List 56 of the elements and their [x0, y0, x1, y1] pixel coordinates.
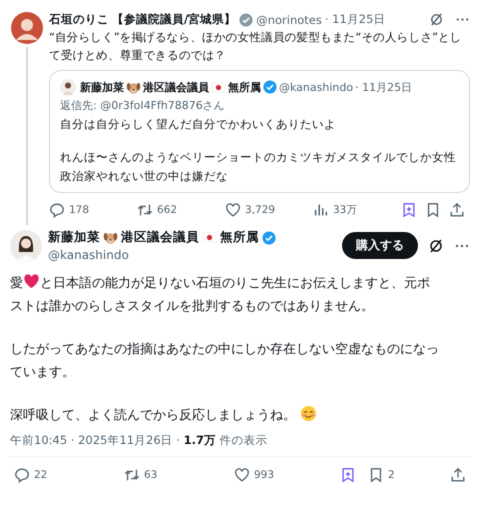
quoted-text: れんほ〜さんのようなベリーショートのカミツキガメスタイルでしか女性政治家やれない世の中は嫌だな	[60, 149, 457, 185]
author-handle: @kanashindo	[279, 80, 354, 94]
action-count: 3,729	[245, 204, 276, 216]
post-text: ています。	[10, 365, 75, 380]
post-text: と日本語の能力が足りない石垣のりこ先生にお伝えしますと、元ポ	[40, 276, 430, 291]
reply-icon[interactable]	[49, 202, 65, 218]
buy-button[interactable]: 購入する	[342, 232, 418, 259]
post-text: 深呼吸して、よく読んでから反応しましょうね。	[10, 408, 296, 423]
author-name: 港区議会議員	[143, 80, 209, 94]
author-handle[interactable]: @norinotes	[256, 12, 322, 26]
slash-circle-icon[interactable]	[428, 238, 444, 254]
post-date: · 11月25日	[355, 80, 412, 94]
action-count: 63	[144, 469, 158, 481]
heart-icon	[23, 273, 40, 290]
author-name[interactable]: 無所属	[220, 229, 259, 246]
action-count: 33万	[333, 203, 358, 217]
reply-icon[interactable]	[14, 467, 30, 483]
dog-icon	[103, 230, 118, 245]
author-name[interactable]: 石垣のりこ	[49, 12, 109, 27]
action-count: 993	[254, 469, 274, 481]
author-handle[interactable]: @kanashindo	[48, 248, 342, 262]
post-text: ストは誰かのらしさスタイルを批判するものではありません。	[10, 299, 374, 314]
quoted-post-card[interactable]: 新藤加菜 港区議会議員 無所属 @kanashindo · 11月25日 返信先: @0r3foI4Ffh78876さん 自分は自分らしく望んだ自分でかわいくありたいよ れんほ〜さんのようなベリーショートのカミツキガメスタイルでしか女性政治家やれない世の中は嫌だな	[49, 70, 470, 193]
author-name[interactable]: 新藤加菜	[48, 229, 100, 246]
action-count: 178	[69, 204, 90, 216]
quoted-text: 自分は自分らしく望んだ自分でかわいくありたいよ	[60, 116, 337, 133]
flag-icon	[211, 80, 226, 94]
action-count: 662	[157, 204, 178, 216]
share-icon[interactable]	[450, 467, 466, 483]
share-icon[interactable]	[449, 202, 465, 218]
post-text: したがってあなたの指摘はあなたの中にしか存在しない空虚なものになっ	[10, 342, 439, 357]
avatar-icon[interactable]	[10, 230, 42, 262]
heart-icon[interactable]	[225, 202, 241, 218]
post-text: 愛	[10, 276, 23, 291]
author-name[interactable]: 港区議会議員	[121, 229, 199, 246]
slash-circle-icon[interactable]	[429, 12, 444, 27]
smiling-face-icon	[300, 405, 317, 422]
heart-icon[interactable]	[234, 467, 250, 483]
post-text: “自分らしく”を掲げるなら、ほかの女性議員の髪型もまた“その人らしさ”として受けとめ、尊重できるのでは？	[49, 29, 462, 64]
action-count: 2	[388, 469, 395, 481]
avatar-icon	[60, 79, 76, 95]
reply-to-text: 返信先: @0r3foI4Ffh78876さん	[60, 98, 226, 113]
bookmark-icon[interactable]	[425, 202, 441, 218]
action-count: 22	[34, 469, 48, 481]
bookmark-icon[interactable]	[368, 467, 384, 483]
post-timestamp: 午前10:45 · 2025年11月26日 · 1.7万 件の表示	[10, 433, 470, 457]
sparkle-bookmark-icon[interactable]	[340, 467, 356, 483]
author-name: 無所属	[228, 80, 261, 94]
repost-icon[interactable]	[137, 202, 153, 218]
bar-chart-icon[interactable]	[313, 202, 329, 218]
author-name: 新藤加菜	[80, 80, 124, 94]
flag-icon	[202, 230, 217, 245]
post-date[interactable]: · 11月25日	[324, 12, 386, 27]
author-name[interactable]: 【参議院議員/宮城県】	[112, 12, 236, 27]
sparkle-bookmark-icon[interactable]	[401, 202, 417, 218]
repost-icon[interactable]	[124, 467, 140, 483]
